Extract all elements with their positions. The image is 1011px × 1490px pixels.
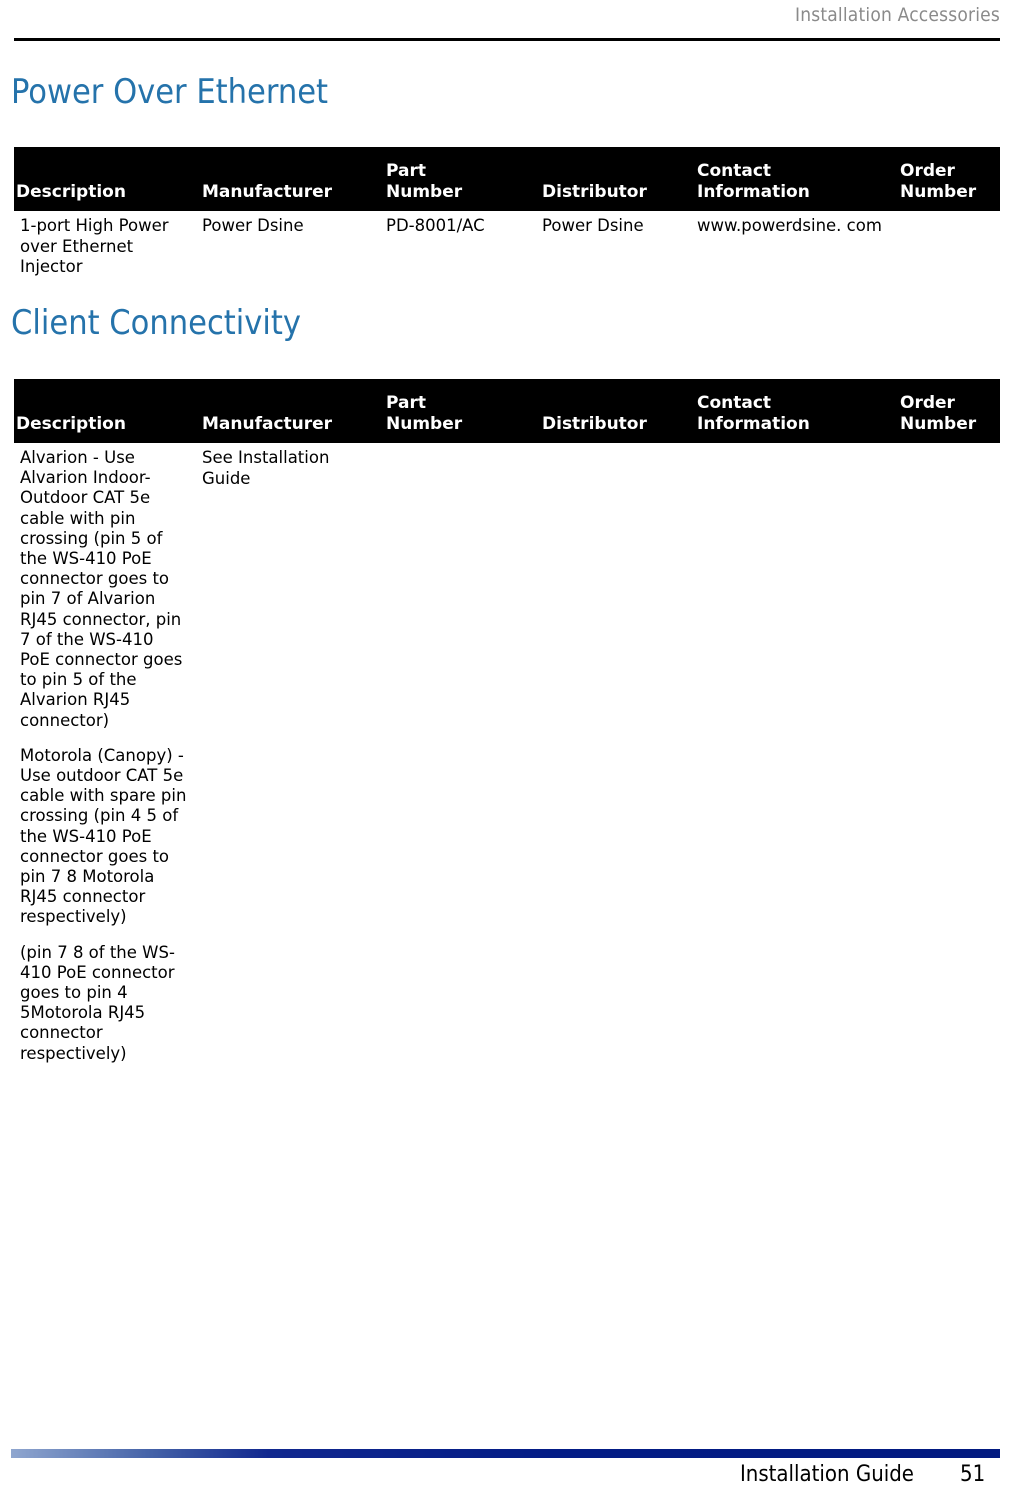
footer-guide-label: Installation Guide	[739, 1462, 914, 1487]
cell-description: 1-port High Power over Ethernet Injector	[14, 211, 200, 284]
cell-part-number: PD-8001/AC	[384, 211, 540, 284]
running-header: Installation Accessories	[794, 4, 1000, 26]
table-body: 1-port High Power over Ethernet Injector…	[14, 211, 1000, 284]
table-header-row: Description Manufacturer Part Number Dis…	[14, 147, 1000, 211]
column-header-manufacturer: Manufacturer	[200, 147, 384, 211]
column-header-manufacturer: Manufacturer	[200, 379, 384, 443]
cell-order-number	[898, 443, 1000, 1070]
section-heading-power-over-ethernet: Power Over Ethernet	[11, 72, 329, 112]
column-header-contact-information: Contact Information	[695, 379, 898, 443]
column-header-description: Description	[14, 147, 200, 211]
section-heading-client-connectivity: Client Connectivity	[11, 303, 301, 343]
footer: Installation Guide 51	[740, 1460, 1000, 1490]
table-header: Description Manufacturer Part Number Dis…	[14, 147, 1000, 211]
cell-contact-information	[695, 443, 898, 1070]
client-connectivity-table: Description Manufacturer Part Number Dis…	[14, 379, 1000, 1070]
cell-distributor	[540, 443, 695, 1070]
cell-description: Alvarion - Use Alvarion Indoor-Outdoor C…	[14, 443, 200, 1070]
cell-part-number	[384, 443, 540, 1070]
cell-contact-information: www.powerdsine. com	[695, 211, 898, 284]
power-over-ethernet-table: Description Manufacturer Part Number Dis…	[14, 147, 1000, 284]
cell-manufacturer: Power Dsine	[200, 211, 384, 284]
column-header-description: Description	[14, 379, 200, 443]
cell-manufacturer: See Installation Guide	[200, 443, 384, 1070]
column-header-part-number: Part Number	[384, 379, 540, 443]
table-row: 1-port High Power over Ethernet Injector…	[14, 211, 1000, 284]
footer-page-number: 51	[960, 1462, 986, 1487]
column-header-contact-information: Contact Information	[695, 147, 898, 211]
document-page: Installation Accessories Power Over Ethe…	[0, 0, 1011, 1490]
table-body: Alvarion - Use Alvarion Indoor-Outdoor C…	[14, 443, 1000, 1070]
table-header: Description Manufacturer Part Number Dis…	[14, 379, 1000, 443]
cell-distributor: Power Dsine	[540, 211, 695, 284]
column-header-order-number: Order Number	[898, 379, 1000, 443]
column-header-part-number: Part Number	[384, 147, 540, 211]
cell-order-number	[898, 211, 1000, 284]
header-divider-rule	[14, 38, 1000, 41]
table-header-row: Description Manufacturer Part Number Dis…	[14, 379, 1000, 443]
description-paragraph: Alvarion - Use Alvarion Indoor-Outdoor C…	[20, 448, 183, 730]
footer-gradient-bar	[11, 1449, 1000, 1458]
description-paragraph: (pin 7 8 of the WS-410 PoE connector goe…	[20, 942, 175, 1063]
column-header-distributor: Distributor	[540, 147, 695, 211]
description-paragraph: Motorola (Canopy) - Use outdoor CAT 5e c…	[20, 745, 187, 927]
column-header-distributor: Distributor	[540, 379, 695, 443]
table-row: Alvarion - Use Alvarion Indoor-Outdoor C…	[14, 443, 1000, 1070]
column-header-order-number: Order Number	[898, 147, 1000, 211]
